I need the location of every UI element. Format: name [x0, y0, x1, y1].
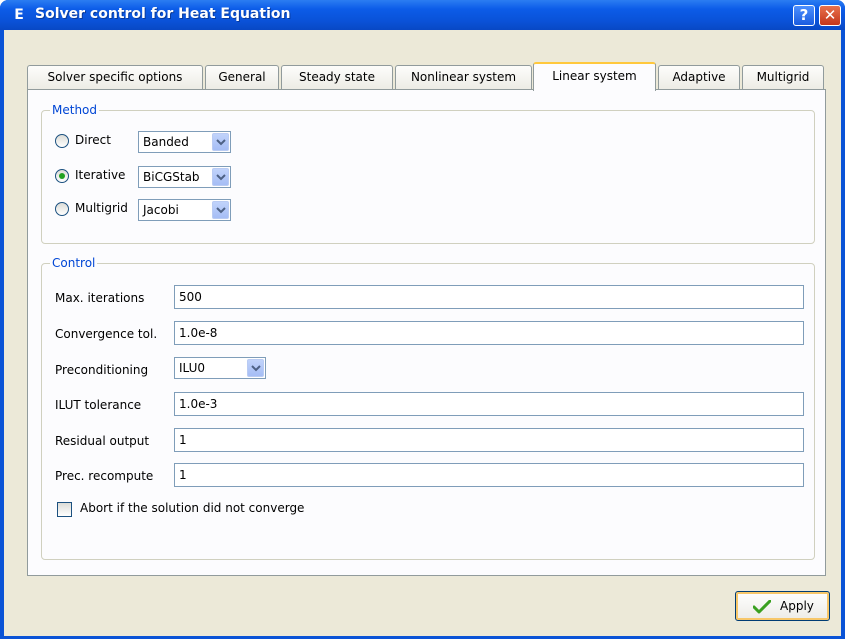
method-group-title: Method — [50, 103, 100, 117]
max-iterations-input[interactable]: 500 — [174, 285, 804, 309]
radio-label: Multigrid — [75, 201, 128, 215]
radio-label: Direct — [75, 133, 111, 147]
tab-label: General — [218, 70, 266, 84]
close-icon: ✕ — [823, 6, 837, 24]
tab-multigrid[interactable]: Multigrid — [742, 65, 824, 90]
convergence-tol-input[interactable]: 1.0e-8 — [174, 321, 804, 345]
radio-multigrid[interactable]: Multigrid — [55, 200, 135, 220]
radio-direct[interactable]: Direct — [55, 132, 135, 152]
combo-value: BiCGStab — [143, 170, 200, 184]
method-group: Method Direct Banded Iterative BiCGStab — [41, 103, 815, 244]
dialog-client: Solver specific options General Steady s… — [4, 30, 841, 636]
window-title: Solver control for Heat Equation — [35, 6, 291, 22]
tab-label: Multigrid — [756, 70, 810, 84]
radio-button[interactable] — [55, 134, 69, 148]
ilut-tolerance-label: ILUT tolerance — [55, 398, 142, 412]
combo-value: Banded — [143, 135, 189, 149]
dialog-window: E Solver control for Heat Equation ? ✕ S… — [0, 0, 845, 639]
linear-system-panel: Method Direct Banded Iterative BiCGStab — [27, 89, 826, 576]
chevron-down-icon[interactable] — [212, 133, 229, 151]
preconditioning-select[interactable]: ILU0 — [174, 357, 266, 379]
apply-button-label: Apply — [780, 599, 814, 613]
abort-checkbox-label[interactable]: Abort if the solution did not converge — [80, 501, 304, 515]
tab-steady-state[interactable]: Steady state — [281, 65, 393, 90]
chevron-down-icon[interactable] — [247, 359, 264, 377]
tab-nonlinear-system[interactable]: Nonlinear system — [395, 65, 532, 90]
chevron-down-icon[interactable] — [212, 168, 229, 186]
ilut-tolerance-input[interactable]: 1.0e-3 — [174, 392, 804, 416]
iterative-method-select[interactable]: BiCGStab — [138, 166, 231, 188]
tab-label: Steady state — [299, 70, 375, 84]
multigrid-method-select[interactable]: Jacobi — [138, 199, 231, 221]
close-button[interactable]: ✕ — [819, 5, 841, 26]
combo-value: Jacobi — [143, 203, 179, 217]
convergence-tol-label: Convergence tol. — [55, 327, 158, 341]
abort-checkbox[interactable] — [57, 502, 72, 517]
tab-linear-system[interactable]: Linear system — [533, 62, 656, 91]
apply-button[interactable]: Apply — [735, 591, 830, 621]
prec-recompute-label: Prec. recompute — [55, 469, 154, 483]
control-group: Control Max. iterations 500 Convergence … — [41, 256, 815, 560]
tab-adaptive[interactable]: Adaptive — [658, 65, 740, 90]
app-icon: E — [14, 7, 24, 23]
tab-label: Adaptive — [672, 70, 726, 84]
tab-solver-specific-options[interactable]: Solver specific options — [27, 65, 203, 90]
radio-button[interactable] — [55, 202, 69, 216]
combo-value: ILU0 — [179, 361, 206, 375]
chevron-down-icon[interactable] — [212, 201, 229, 219]
tab-general[interactable]: General — [205, 65, 279, 90]
radio-label: Iterative — [75, 168, 126, 182]
tab-label: Linear system — [552, 69, 637, 83]
radio-iterative[interactable]: Iterative — [55, 167, 135, 187]
preconditioning-label: Preconditioning — [55, 363, 149, 377]
residual-output-label: Residual output — [55, 434, 150, 448]
title-bar[interactable]: E Solver control for Heat Equation ? ✕ — [0, 0, 845, 30]
help-button[interactable]: ? — [793, 5, 815, 26]
help-icon: ? — [799, 6, 809, 24]
direct-method-select[interactable]: Banded — [138, 131, 231, 153]
prec-recompute-input[interactable]: 1 — [174, 463, 804, 487]
max-iterations-label: Max. iterations — [55, 291, 145, 305]
checkmark-icon — [752, 599, 772, 617]
residual-output-input[interactable]: 1 — [174, 428, 804, 452]
tab-label: Solver specific options — [47, 70, 183, 84]
radio-selected-dot — [59, 173, 65, 179]
tab-label: Nonlinear system — [410, 70, 517, 84]
radio-button[interactable] — [55, 169, 69, 183]
control-group-title: Control — [50, 256, 98, 270]
